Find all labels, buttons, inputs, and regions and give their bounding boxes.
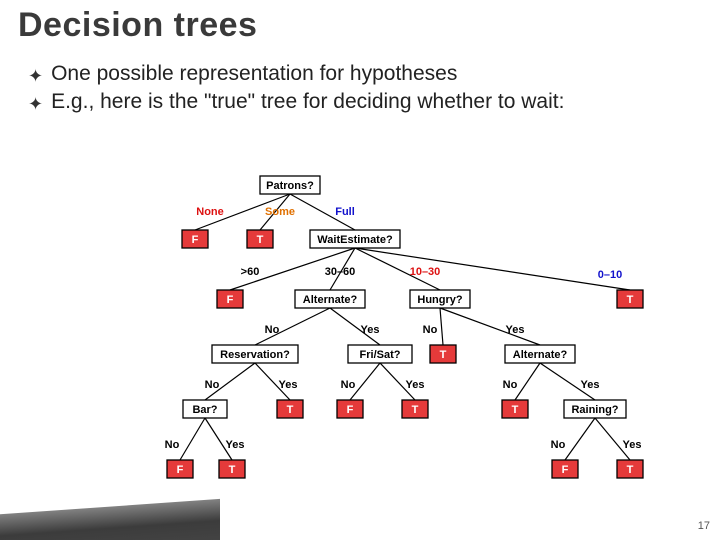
edge-label: 30–60 xyxy=(325,266,356,278)
edge-label: Yes xyxy=(226,439,245,451)
tree-svg: Patrons? None Some Full F T WaitEstimate… xyxy=(120,170,680,500)
node-frisat: Fri/Sat? xyxy=(360,349,401,361)
node-patrons: Patrons? xyxy=(266,180,314,192)
edge-label: None xyxy=(196,206,224,218)
edge-label: Yes xyxy=(506,324,525,336)
node-alternate2: Alternate? xyxy=(513,349,568,361)
decorative-wedge xyxy=(0,499,220,540)
bullet-text: One possible representation for hypothes… xyxy=(51,60,457,88)
node-hungry: Hungry? xyxy=(417,294,463,306)
leaf-F: F xyxy=(347,404,354,416)
edge-label: Yes xyxy=(623,439,642,451)
leaf-T: T xyxy=(627,464,634,476)
edge-label: No xyxy=(205,379,220,391)
page-title: Decision trees xyxy=(18,6,257,45)
edge-label: No xyxy=(165,439,180,451)
edge-label: No xyxy=(551,439,566,451)
node-raining: Raining? xyxy=(571,404,618,416)
node-alternate: Alternate? xyxy=(303,294,358,306)
leaf-T: T xyxy=(440,349,447,361)
bullet-icon: ✦ xyxy=(28,60,51,88)
leaf-T: T xyxy=(627,294,634,306)
node-waitestimate: WaitEstimate? xyxy=(317,234,393,246)
decision-tree-diagram: Patrons? None Some Full F T WaitEstimate… xyxy=(120,170,680,500)
leaf-T: T xyxy=(257,234,264,246)
leaf-T: T xyxy=(512,404,519,416)
leaf-F: F xyxy=(562,464,569,476)
leaf-T: T xyxy=(287,404,294,416)
edge-label: No xyxy=(341,379,356,391)
bullet-list: ✦ One possible representation for hypoth… xyxy=(28,60,668,117)
page-number: 17 xyxy=(698,520,710,532)
edge-label: Yes xyxy=(279,379,298,391)
leaf-T: T xyxy=(229,464,236,476)
leaf-F: F xyxy=(227,294,234,306)
edge-label: Yes xyxy=(581,379,600,391)
edge-label: 0–10 xyxy=(598,269,622,281)
edge-label: >60 xyxy=(241,266,260,278)
bullet-icon: ✦ xyxy=(28,88,51,116)
node-bar: Bar? xyxy=(192,404,217,416)
edge-label: Yes xyxy=(361,324,380,336)
edge-label: 10–30 xyxy=(410,266,441,278)
edge-label: Some xyxy=(265,206,295,218)
bullet-item: ✦ One possible representation for hypoth… xyxy=(28,60,668,88)
edge-label: No xyxy=(423,324,438,336)
node-reservation: Reservation? xyxy=(220,349,290,361)
bullet-item: ✦ E.g., here is the "true" tree for deci… xyxy=(28,88,668,116)
bullet-text: E.g., here is the "true" tree for decidi… xyxy=(51,88,564,116)
edge-label: Full xyxy=(335,206,355,218)
leaf-F: F xyxy=(192,234,199,246)
slide: Decision trees ✦ One possible representa… xyxy=(0,0,720,540)
leaf-T: T xyxy=(412,404,419,416)
edge-label: No xyxy=(503,379,518,391)
edge-label: Yes xyxy=(406,379,425,391)
leaf-F: F xyxy=(177,464,184,476)
edge-label: No xyxy=(265,324,280,336)
